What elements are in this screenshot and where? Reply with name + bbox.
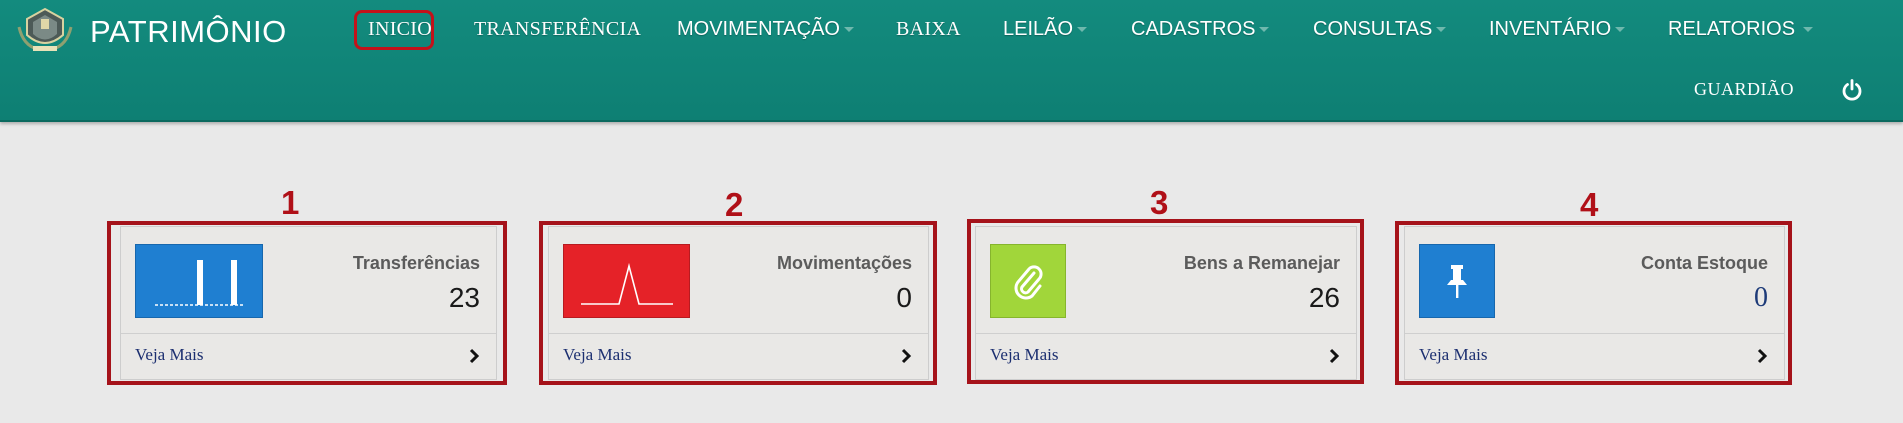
nav-leilao-label: LEILÃO <box>1003 18 1074 40</box>
card-footer-link[interactable]: Veja Mais <box>549 333 928 379</box>
card-footer-link[interactable]: Veja Mais <box>121 333 496 379</box>
chevron-down-icon <box>1259 27 1270 33</box>
chevron-down-icon <box>1436 27 1447 33</box>
veja-mais-link[interactable]: Veja Mais <box>1419 345 1487 365</box>
summary-card-transferencias: Transferências 23 Veja Mais <box>120 226 497 380</box>
veja-mais-link[interactable]: Veja Mais <box>563 345 631 365</box>
chevron-right-icon <box>901 348 912 364</box>
nav-cadastros[interactable]: CADASTROS <box>1131 18 1270 41</box>
card-value: 26 <box>1308 282 1340 313</box>
user-menu[interactable]: GUARDIÃO <box>1694 79 1794 100</box>
card-value: 23 <box>448 282 480 313</box>
card-title: Conta Estoque <box>1640 253 1768 273</box>
nav-leilao[interactable]: LEILÃO <box>1003 18 1088 41</box>
nav-inventario-label: INVENTÁRIO <box>1489 18 1612 40</box>
annotation-number: 4 <box>1580 186 1599 223</box>
annotation-number: 3 <box>1150 184 1169 221</box>
chevron-down-icon <box>843 27 854 33</box>
summary-card-movimentacoes: Movimentações 0 Veja Mais <box>548 226 929 380</box>
nav-transferencia[interactable]: TRANSFERÊNCIA <box>474 18 641 41</box>
bar-chart-icon <box>135 244 263 318</box>
summary-card-bens-a-remanejar: Bens a Remanejar 26 Veja Mais <box>975 226 1357 380</box>
card-footer-link[interactable]: Veja Mais <box>976 333 1356 379</box>
card-title: Movimentações <box>776 253 912 273</box>
chevron-down-icon <box>1615 27 1626 33</box>
nav-baixa[interactable]: BAIXA <box>896 18 961 41</box>
chevron-right-icon <box>1757 348 1768 364</box>
veja-mais-link[interactable]: Veja Mais <box>135 345 203 365</box>
nav-cadastros-label: CADASTROS <box>1131 18 1256 40</box>
bar-chart-icon-graphic <box>155 260 243 306</box>
card-title: Transferências <box>352 253 480 273</box>
pulse-line-icon <box>563 244 690 318</box>
chevron-down-icon <box>1803 27 1814 33</box>
chevron-right-icon <box>1329 348 1340 364</box>
card-value: 0 <box>896 282 912 313</box>
top-navbar: PATRIMÔNIO INICIO TRANSFERÊNCIA MOVIMENT… <box>0 0 1903 122</box>
nav-movimentacao[interactable]: MOVIMENTAÇÃO <box>677 18 854 41</box>
pulse-line-icon-graphic <box>580 262 673 305</box>
pushpin-icon-graphic <box>1447 265 1467 298</box>
card-title: Bens a Remanejar <box>1183 253 1340 273</box>
municipal-coat-of-arms-icon <box>17 7 73 51</box>
summary-card-conta-estoque: Conta Estoque 0 Veja Mais <box>1404 226 1785 380</box>
veja-mais-link[interactable]: Veja Mais <box>990 345 1058 365</box>
paperclip-icon <box>990 244 1066 318</box>
nav-relatorios[interactable]: RELATORIOS <box>1668 18 1814 41</box>
card-footer-link[interactable]: Veja Mais <box>1405 333 1784 379</box>
annotation-number: 2 <box>725 186 744 223</box>
nav-inventario[interactable]: INVENTÁRIO <box>1489 18 1626 41</box>
paperclip-icon-graphic <box>1014 265 1043 300</box>
chevron-down-icon <box>1077 27 1088 33</box>
nav-consultas[interactable]: CONSULTAS <box>1313 18 1447 41</box>
app-title[interactable]: PATRIMÔNIO <box>90 14 287 50</box>
annotation-highlight-inicio <box>354 10 434 50</box>
annotation-number: 1 <box>281 184 300 221</box>
nav-consultas-label: CONSULTAS <box>1313 18 1433 40</box>
chevron-right-icon <box>469 348 480 364</box>
nav-movimentacao-label: MOVIMENTAÇÃO <box>677 18 840 40</box>
nav-relatorios-label: RELATORIOS <box>1668 18 1796 40</box>
power-icon[interactable] <box>1840 78 1864 102</box>
card-value: 0 <box>1754 282 1768 313</box>
pushpin-icon <box>1419 244 1495 318</box>
